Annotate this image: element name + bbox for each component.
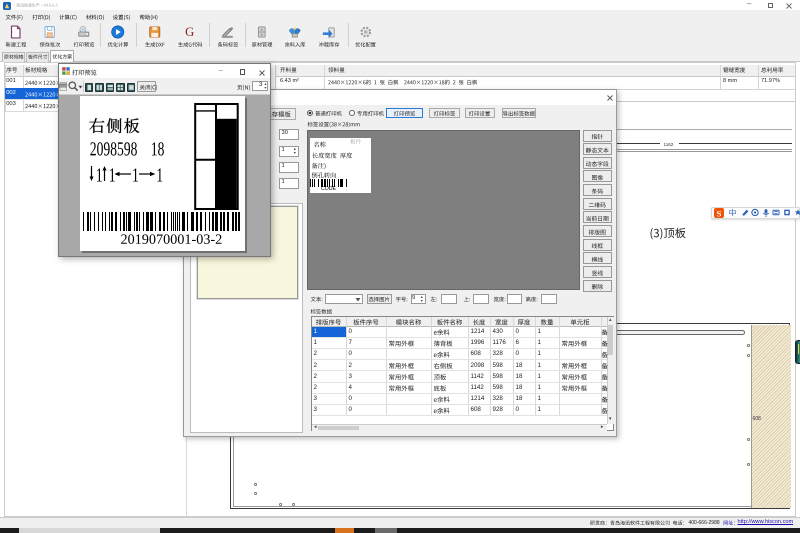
svg-text:G: G [185, 25, 194, 39]
svg-text:S: S [716, 208, 721, 218]
